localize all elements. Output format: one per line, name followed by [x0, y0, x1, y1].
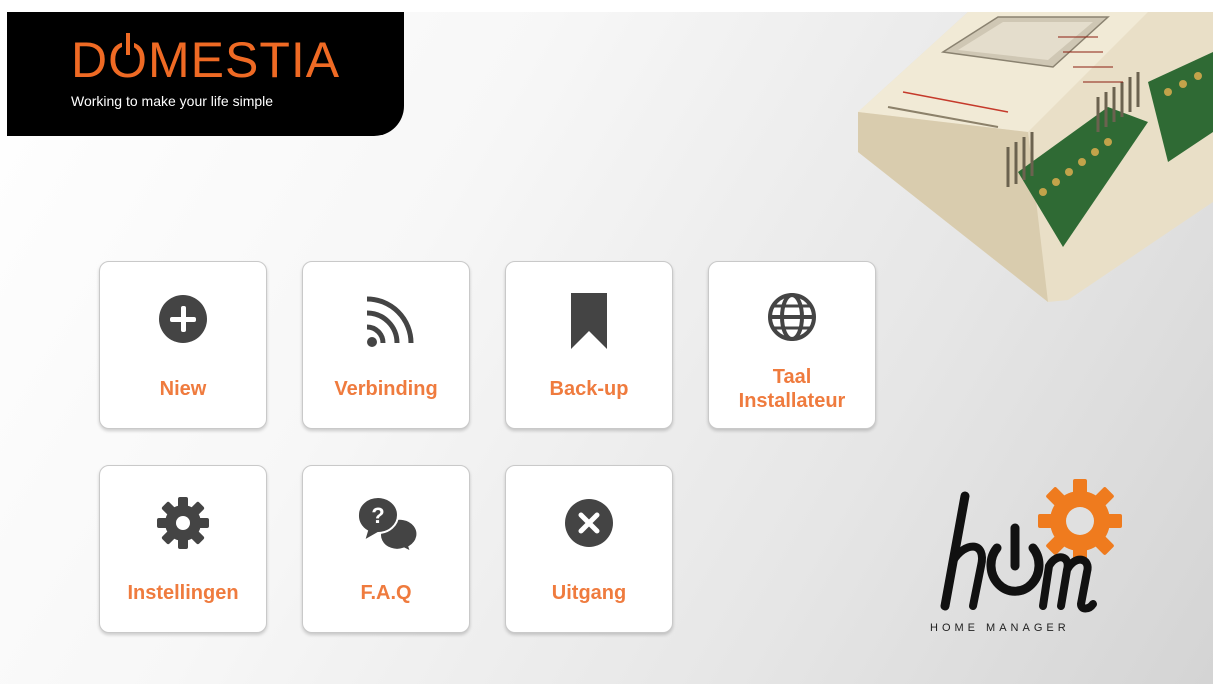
- uitgang-label: Uitgang: [551, 582, 627, 604]
- bookmark-icon: [557, 287, 621, 351]
- verbinding-label: Verbinding: [334, 378, 438, 400]
- domestia-logo: DO MESTIA Working to make your life simpl…: [7, 12, 404, 136]
- svg-text:?: ?: [371, 503, 384, 528]
- instellingen-button[interactable]: Instellingen: [99, 465, 267, 633]
- faq-button[interactable]: ? F.A.Q: [302, 465, 470, 633]
- plus-circle-icon: [151, 287, 215, 351]
- taal-installateur-label: Taal Installateur: [709, 365, 875, 413]
- close-circle-icon: [557, 491, 621, 555]
- hom-logo: [925, 466, 1130, 641]
- logo-tagline: Working to make your life simple: [71, 93, 274, 109]
- globe-icon: [760, 287, 824, 351]
- instellingen-label: Instellingen: [127, 582, 239, 604]
- wifi-signal-icon: [354, 287, 418, 351]
- niew-label: Niew: [159, 378, 207, 400]
- top-strip: [0, 0, 1213, 12]
- logo-wordmark: DO MESTIA: [71, 32, 341, 88]
- niew-button[interactable]: Niew: [99, 261, 267, 429]
- taal-installateur-button[interactable]: Taal Installateur: [708, 261, 876, 429]
- uitgang-button[interactable]: Uitgang: [505, 465, 673, 633]
- faq-label: F.A.Q: [360, 582, 412, 604]
- gear-icon: [151, 491, 215, 555]
- verbinding-button[interactable]: Verbinding: [302, 261, 470, 429]
- back-up-label: Back-up: [549, 378, 629, 400]
- device-image: [848, 12, 1213, 302]
- taal-installateur-label-text: Taal Installateur: [738, 366, 846, 412]
- hom-subtitle: HOME MANAGER: [930, 622, 1070, 634]
- back-up-button[interactable]: Back-up: [505, 261, 673, 429]
- question-chat-icon: ?: [354, 491, 420, 556]
